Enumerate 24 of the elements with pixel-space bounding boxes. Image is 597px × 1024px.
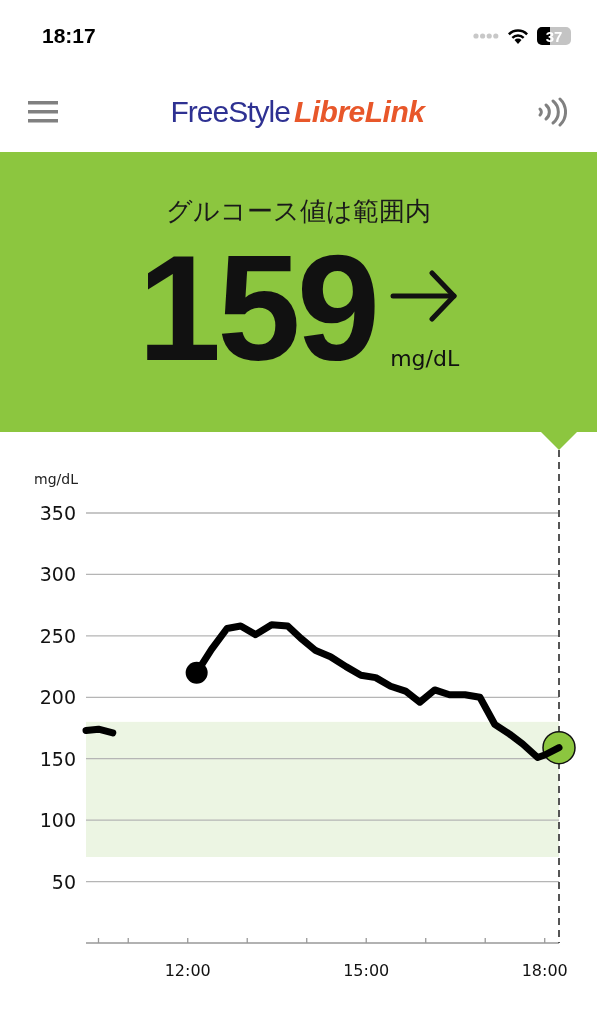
app-logo-text: LibreLink (293, 95, 425, 129)
glucose-unit: mg/dL (390, 346, 460, 371)
menu-icon[interactable] (28, 101, 58, 123)
status-message: グルコース値は範囲内 (166, 195, 431, 228)
app-logo-text: FreeStyle (170, 95, 290, 129)
axis-label: mg/dL (34, 471, 78, 487)
scan-point (185, 661, 208, 684)
glucose-value: 159 (137, 233, 377, 383)
glucose-line (82, 725, 117, 737)
status-time: 18:17 (42, 24, 96, 48)
current-reading-point (542, 730, 576, 765)
y-axis-label: 300 (39, 563, 76, 586)
wifi-icon (507, 28, 529, 44)
signal-icon (473, 33, 499, 39)
y-axis-label: 350 (39, 502, 76, 524)
nfc-scan-icon[interactable] (537, 97, 567, 127)
y-axis-label: 150 (39, 747, 76, 770)
x-axis-label: 15:00 (343, 961, 390, 980)
y-axis-label: 100 (39, 809, 76, 832)
y-axis-label: 200 (39, 686, 76, 709)
x-axis-label: 18:00 (521, 961, 568, 980)
y-axis-label: 250 (39, 624, 76, 647)
y-axis-label: 50 (51, 870, 76, 893)
x-axis-label: 12:00 (164, 961, 211, 980)
